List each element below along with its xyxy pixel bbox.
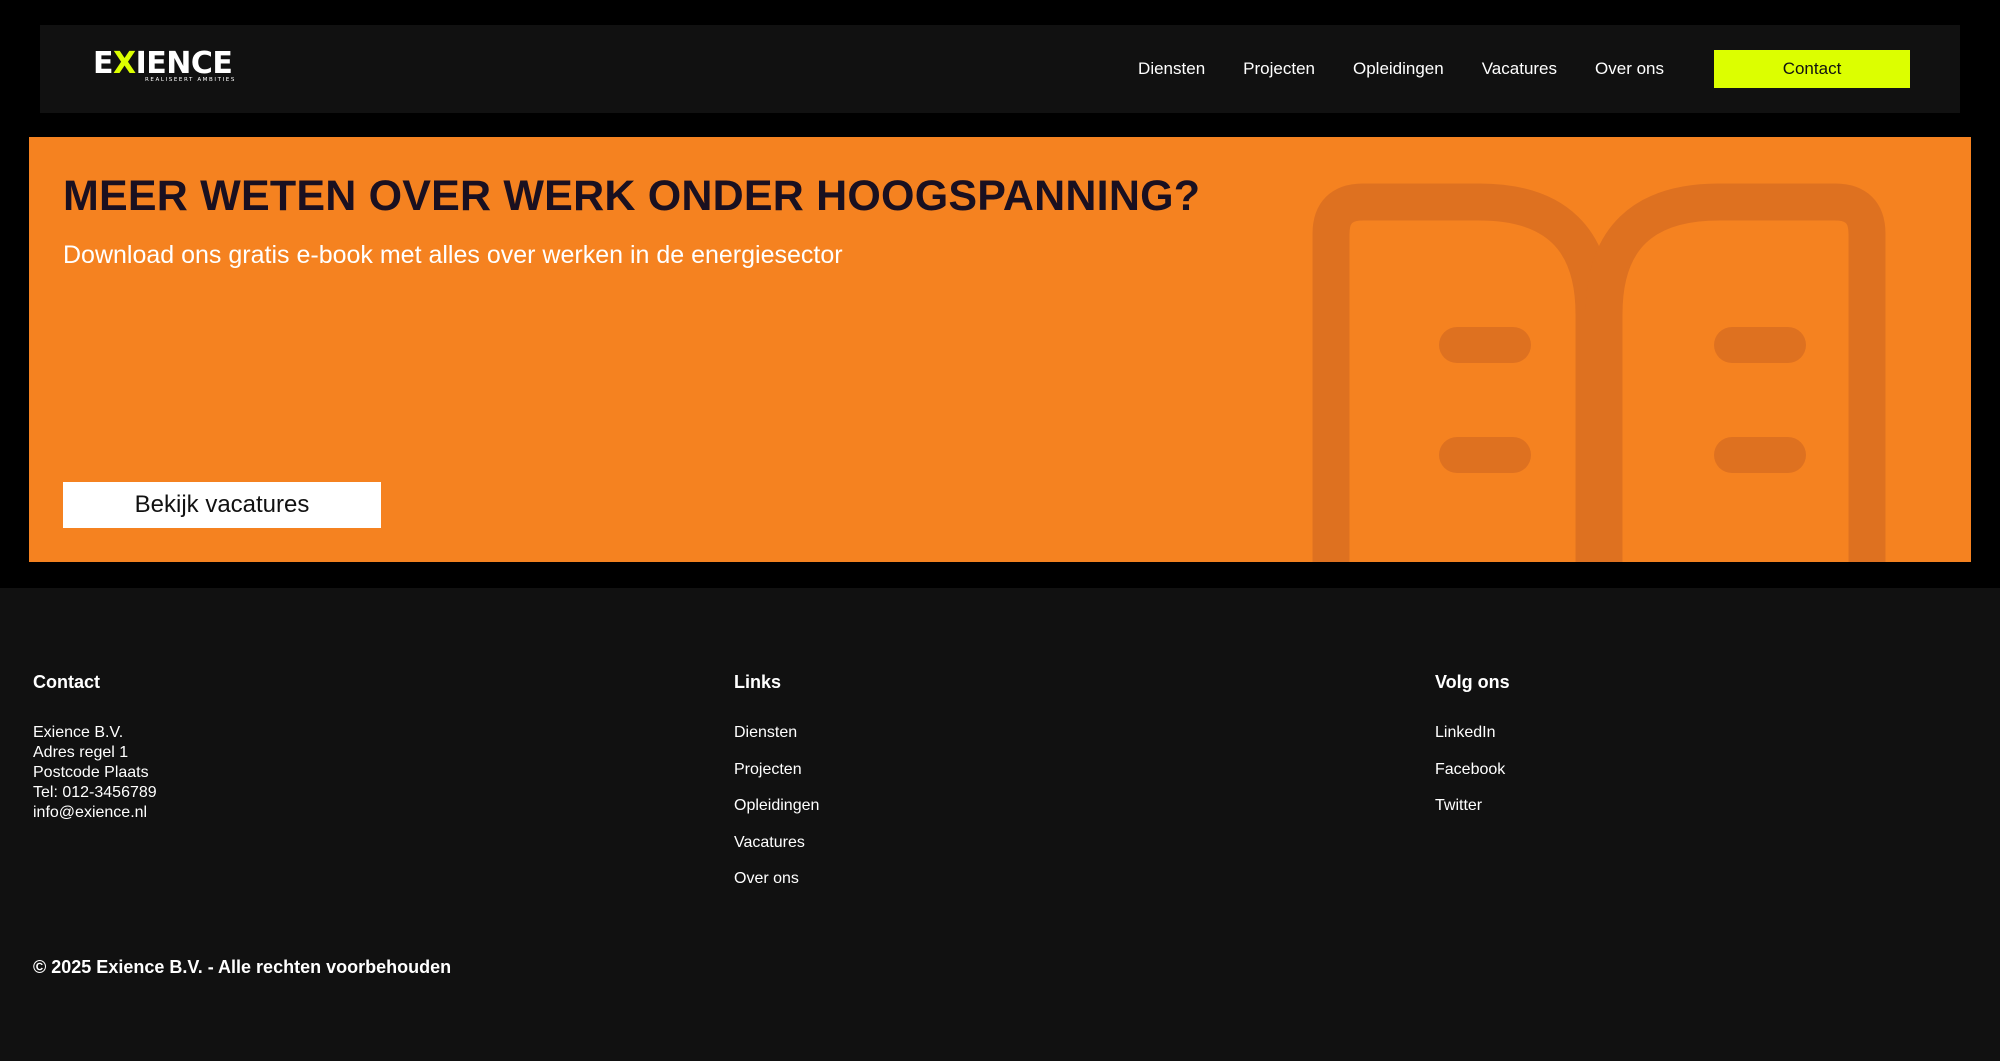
footer-link-twitter[interactable]: Twitter [1435, 796, 1510, 816]
banner-title: MEER WETEN OVER WERK ONDER HOOGSPANNING? [63, 172, 1201, 220]
nav-item-vacatures[interactable]: Vacatures [1482, 59, 1557, 79]
bekijk-vacatures-button[interactable]: Bekijk vacatures [63, 482, 381, 528]
nav-item-over-ons[interactable]: Over ons [1595, 59, 1664, 79]
ebook-banner: MEER WETEN OVER WERK ONDER HOOGSPANNING?… [29, 137, 1971, 562]
address-line: Adres regel 1 [33, 744, 129, 761]
email-link[interactable]: info@exience.nl [33, 803, 157, 823]
nav-item-diensten[interactable]: Diensten [1138, 59, 1205, 79]
logo-tagline: REALISEERT AMBITIES [145, 77, 236, 83]
site-footer: Contact Exience B.V. Adres regel 1 Postc… [0, 588, 2000, 1061]
exience-logo[interactable]: EXIENCE REALISEERT AMBITIES [93, 46, 243, 84]
footer-link-vacatures[interactable]: Vacatures [734, 833, 819, 853]
company-name: Exience B.V. [33, 724, 124, 741]
banner-subtitle: Download ons gratis e-book met alles ove… [63, 241, 843, 269]
footer-link-opleidingen[interactable]: Opleidingen [734, 796, 819, 816]
footer-link-linkedin[interactable]: LinkedIn [1435, 723, 1510, 743]
contact-button[interactable]: Contact [1714, 50, 1910, 88]
footer-link-over-ons[interactable]: Over ons [734, 869, 819, 889]
footer-link-projecten[interactable]: Projecten [734, 760, 819, 780]
footer-social-heading: Volg ons [1435, 672, 1510, 692]
footer-link-diensten[interactable]: Diensten [734, 723, 819, 743]
phone-line: Tel: 012-3456789 [33, 784, 157, 801]
footer-link-facebook[interactable]: Facebook [1435, 760, 1510, 780]
main-nav: Diensten Projecten Opleidingen Vacatures… [1100, 25, 1664, 113]
footer-links-heading: Links [734, 672, 782, 692]
nav-item-projecten[interactable]: Projecten [1243, 59, 1315, 79]
postcode-line: Postcode Plaats [33, 764, 149, 781]
footer-contact-heading: Contact [33, 672, 100, 692]
nav-item-opleidingen[interactable]: Opleidingen [1353, 59, 1444, 79]
logo-wordmark: EXIENCE [93, 46, 233, 81]
site-header: EXIENCE REALISEERT AMBITIES Diensten Pro… [40, 25, 1960, 113]
copyright-text: © 2025 Exience B.V. - Alle rechten voorb… [33, 957, 452, 977]
footer-social-column: Volg ons LinkedIn Facebook Twitter [1435, 670, 1510, 833]
book-icon [1312, 183, 1886, 562]
footer-contact-column: Contact Exience B.V. Adres regel 1 Postc… [33, 670, 157, 823]
footer-links-column: Links Diensten Projecten Opleidingen Vac… [734, 670, 819, 906]
